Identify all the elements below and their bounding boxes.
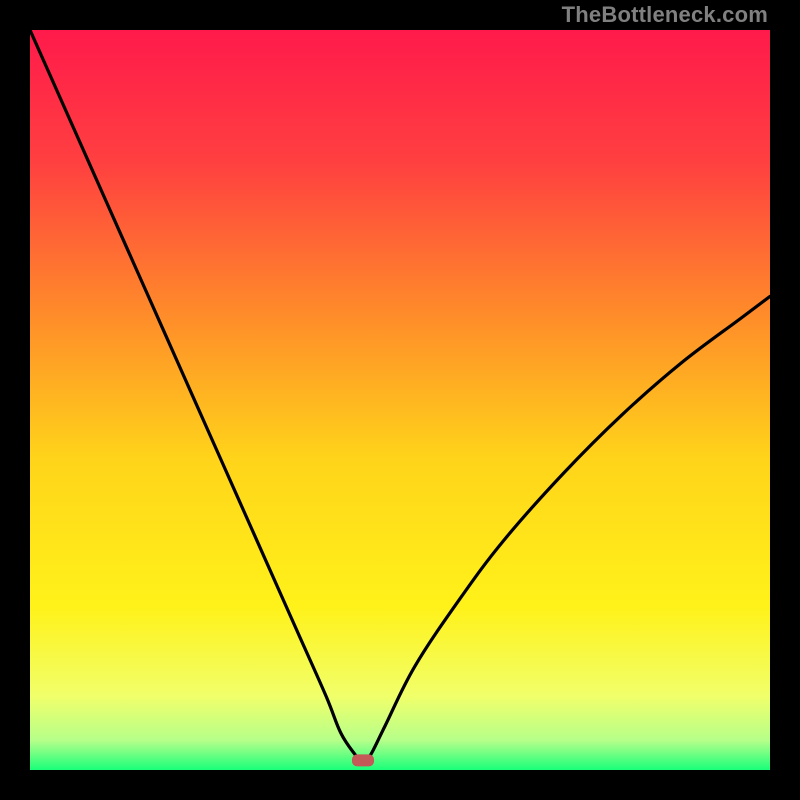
watermark-text: TheBottleneck.com <box>562 2 768 28</box>
minimum-marker <box>352 754 374 766</box>
chart-frame: TheBottleneck.com <box>0 0 800 800</box>
gradient-background <box>30 30 770 770</box>
chart-svg <box>30 30 770 770</box>
plot-area <box>30 30 770 770</box>
